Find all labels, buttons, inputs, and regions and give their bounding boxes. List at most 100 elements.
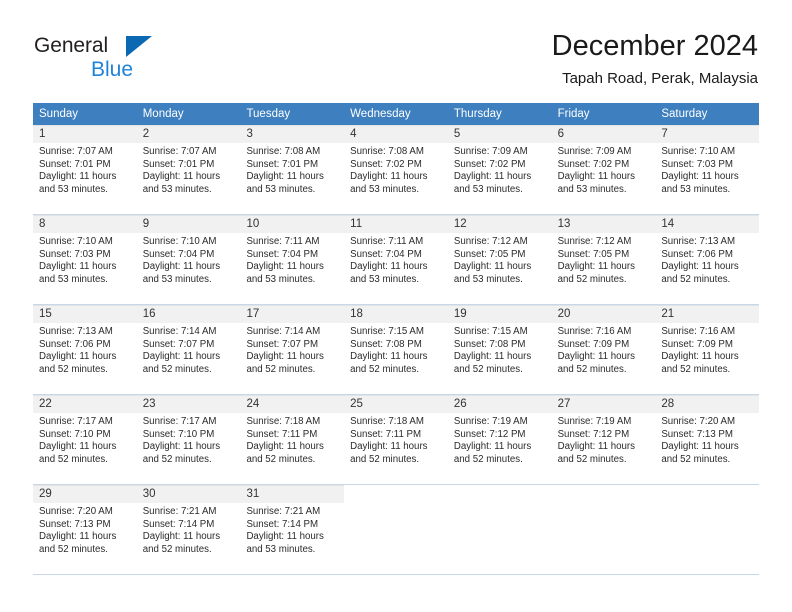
daylight-text-line2: and 53 minutes. [246, 183, 316, 195]
day-number: 29 [39, 488, 52, 500]
daylight-text-line1: Daylight: 11 hours [350, 261, 428, 273]
day-cell[interactable]: 6 Sunrise: 7:09 AM Sunset: 7:02 PM Dayli… [551, 125, 656, 214]
sunrise-text: Sunrise: 7:09 AM [557, 146, 632, 157]
daylight-text-line1: Daylight: 11 hours [661, 261, 739, 273]
day-number-band: 20 [551, 305, 656, 323]
daylight-text-line1: Daylight: 11 hours [142, 441, 221, 453]
daylight-text-line2: and 52 minutes. [39, 543, 108, 555]
day-cell[interactable]: 3 Sunrise: 7:08 AM Sunset: 7:01 PM Dayli… [240, 125, 345, 214]
daylight-text-line1: Daylight: 11 hours [557, 441, 635, 453]
sunset-text: Sunset: 7:01 PM [142, 158, 215, 170]
day-cell[interactable]: 9 Sunrise: 7:10 AM Sunset: 7:04 PM Dayli… [136, 215, 241, 304]
sunset-text: Sunset: 7:07 PM [142, 338, 215, 350]
day-cell[interactable]: 5 Sunrise: 7:09 AM Sunset: 7:02 PM Dayli… [447, 125, 552, 214]
sunset-text: Sunset: 7:01 PM [246, 158, 319, 170]
day-number: 4 [350, 128, 357, 140]
day-cell[interactable]: 11 Sunrise: 7:11 AM Sunset: 7:04 PM Dayl… [344, 215, 448, 304]
daylight-text-line1: Daylight: 11 hours [246, 351, 324, 363]
sunrise-text: Sunrise: 7:10 AM [661, 146, 736, 157]
daylight-text-line1: Daylight: 11 hours [661, 171, 739, 183]
day-cell[interactable]: 25 Sunrise: 7:18 AM Sunset: 7:11 PM Dayl… [344, 395, 448, 484]
day-cell[interactable]: 12 Sunrise: 7:12 AM Sunset: 7:05 PM Dayl… [447, 215, 552, 304]
day-cell[interactable]: 4 Sunrise: 7:08 AM Sunset: 7:02 PM Dayli… [344, 125, 448, 214]
daylight-text-line1: Daylight: 11 hours [39, 531, 117, 543]
day-number: 5 [453, 128, 461, 140]
day-cell[interactable]: 20 Sunrise: 7:16 AM Sunset: 7:09 PM Dayl… [551, 305, 656, 394]
day-details: Sunrise: 7:20 AM Sunset: 7:13 PM Dayligh… [655, 413, 759, 466]
general-blue-logo[interactable]: General Blue [34, 33, 234, 85]
day-number: 16 [142, 308, 156, 320]
day-cell[interactable]: 17 Sunrise: 7:14 AM Sunset: 7:07 PM Dayl… [240, 305, 345, 394]
sunrise-text: Sunrise: 7:10 AM [39, 236, 113, 247]
daylight-text-line1: Daylight: 11 hours [246, 171, 324, 183]
day-number-band: 18 [344, 305, 448, 323]
day-number-band: 5 [447, 125, 552, 143]
sunrise-text: Sunrise: 7:16 AM [557, 326, 632, 337]
sunrise-text: Sunrise: 7:16 AM [661, 326, 736, 337]
day-cell[interactable]: 19 Sunrise: 7:15 AM Sunset: 7:08 PM Dayl… [447, 305, 552, 394]
day-cell[interactable]: 13 Sunrise: 7:12 AM Sunset: 7:05 PM Dayl… [551, 215, 656, 304]
day-number: 14 [661, 218, 675, 230]
day-details: Sunrise: 7:19 AM Sunset: 7:12 PM Dayligh… [448, 413, 552, 466]
day-cell[interactable]: 27 Sunrise: 7:19 AM Sunset: 7:12 PM Dayl… [551, 395, 656, 484]
day-details: Sunrise: 7:09 AM Sunset: 7:02 PM Dayligh… [552, 143, 656, 196]
daylight-text-line2: and 53 minutes. [661, 183, 731, 195]
logo-text-blue: Blue [91, 58, 134, 81]
sunset-text: Sunset: 7:03 PM [39, 248, 111, 260]
day-number-band: 4 [344, 125, 448, 143]
day-cell[interactable]: 16 Sunrise: 7:14 AM Sunset: 7:07 PM Dayl… [136, 305, 241, 394]
day-cell[interactable]: 30 Sunrise: 7:21 AM Sunset: 7:14 PM Dayl… [136, 485, 241, 574]
day-cell[interactable]: 29 Sunrise: 7:20 AM Sunset: 7:13 PM Dayl… [33, 485, 137, 574]
day-cell-empty [551, 485, 656, 574]
sunset-text: Sunset: 7:04 PM [142, 248, 215, 260]
daylight-text-line2: and 53 minutes. [453, 273, 523, 285]
day-number-band: 9 [136, 215, 241, 233]
daylight-text-line2: and 52 minutes. [661, 453, 731, 465]
daylight-text-line2: and 52 minutes. [661, 363, 731, 375]
day-number-band: 23 [136, 395, 241, 413]
day-cell[interactable]: 7 Sunrise: 7:10 AM Sunset: 7:03 PM Dayli… [655, 125, 760, 214]
day-details: Sunrise: 7:21 AM Sunset: 7:14 PM Dayligh… [137, 503, 241, 556]
day-cell[interactable]: 23 Sunrise: 7:17 AM Sunset: 7:10 PM Dayl… [136, 395, 241, 484]
daylight-text-line1: Daylight: 11 hours [39, 261, 117, 273]
day-cell[interactable]: 18 Sunrise: 7:15 AM Sunset: 7:08 PM Dayl… [344, 305, 448, 394]
week-row: 29 Sunrise: 7:20 AM Sunset: 7:13 PM Dayl… [33, 485, 760, 575]
sunrise-text: Sunrise: 7:20 AM [661, 416, 736, 427]
day-cell[interactable]: 8 Sunrise: 7:10 AM Sunset: 7:03 PM Dayli… [33, 215, 137, 304]
day-number: 22 [39, 398, 52, 410]
sunset-text: Sunset: 7:12 PM [557, 428, 630, 440]
day-number-band [655, 485, 760, 503]
day-number: 13 [557, 218, 571, 230]
day-cell[interactable]: 21 Sunrise: 7:16 AM Sunset: 7:09 PM Dayl… [655, 305, 760, 394]
day-cell[interactable]: 14 Sunrise: 7:13 AM Sunset: 7:06 PM Dayl… [655, 215, 760, 304]
week-row: 22 Sunrise: 7:17 AM Sunset: 7:10 PM Dayl… [33, 395, 760, 485]
day-details: Sunrise: 7:11 AM Sunset: 7:04 PM Dayligh… [240, 233, 344, 286]
day-cell[interactable]: 26 Sunrise: 7:19 AM Sunset: 7:12 PM Dayl… [447, 395, 552, 484]
day-cell[interactable]: 2 Sunrise: 7:07 AM Sunset: 7:01 PM Dayli… [136, 125, 241, 214]
day-number: 7 [661, 128, 668, 140]
daylight-text-line2: and 52 minutes. [39, 363, 108, 375]
day-cell[interactable]: 10 Sunrise: 7:11 AM Sunset: 7:04 PM Dayl… [240, 215, 345, 304]
sunrise-text: Sunrise: 7:14 AM [142, 326, 217, 337]
day-details: Sunrise: 7:18 AM Sunset: 7:11 PM Dayligh… [240, 413, 344, 466]
daylight-text-line2: and 53 minutes. [39, 183, 108, 195]
daylight-text-line2: and 52 minutes. [142, 363, 212, 375]
day-details: Sunrise: 7:10 AM Sunset: 7:03 PM Dayligh… [655, 143, 759, 196]
page-header: General Blue December 2024 Tapah Road, P… [0, 0, 792, 100]
daylight-text-line1: Daylight: 11 hours [39, 171, 117, 183]
weekday-header-saturday: Saturday [661, 108, 708, 120]
day-cell[interactable]: 1 Sunrise: 7:07 AM Sunset: 7:01 PM Dayli… [33, 125, 137, 214]
day-cell[interactable]: 28 Sunrise: 7:20 AM Sunset: 7:13 PM Dayl… [655, 395, 760, 484]
daylight-text-line2: and 52 minutes. [39, 453, 108, 465]
day-number-band [344, 485, 448, 503]
daylight-text-line1: Daylight: 11 hours [142, 261, 221, 273]
day-cell[interactable]: 22 Sunrise: 7:17 AM Sunset: 7:10 PM Dayl… [33, 395, 137, 484]
daylight-text-line2: and 53 minutes. [39, 273, 108, 285]
sunrise-text: Sunrise: 7:17 AM [39, 416, 113, 427]
day-cell[interactable]: 15 Sunrise: 7:13 AM Sunset: 7:06 PM Dayl… [33, 305, 137, 394]
day-cell[interactable]: 24 Sunrise: 7:18 AM Sunset: 7:11 PM Dayl… [240, 395, 345, 484]
sunset-text: Sunset: 7:04 PM [350, 248, 422, 260]
day-cell[interactable]: 31 Sunrise: 7:21 AM Sunset: 7:14 PM Dayl… [240, 485, 345, 574]
daylight-text-line1: Daylight: 11 hours [453, 261, 532, 273]
day-details: Sunrise: 7:14 AM Sunset: 7:07 PM Dayligh… [137, 323, 241, 376]
